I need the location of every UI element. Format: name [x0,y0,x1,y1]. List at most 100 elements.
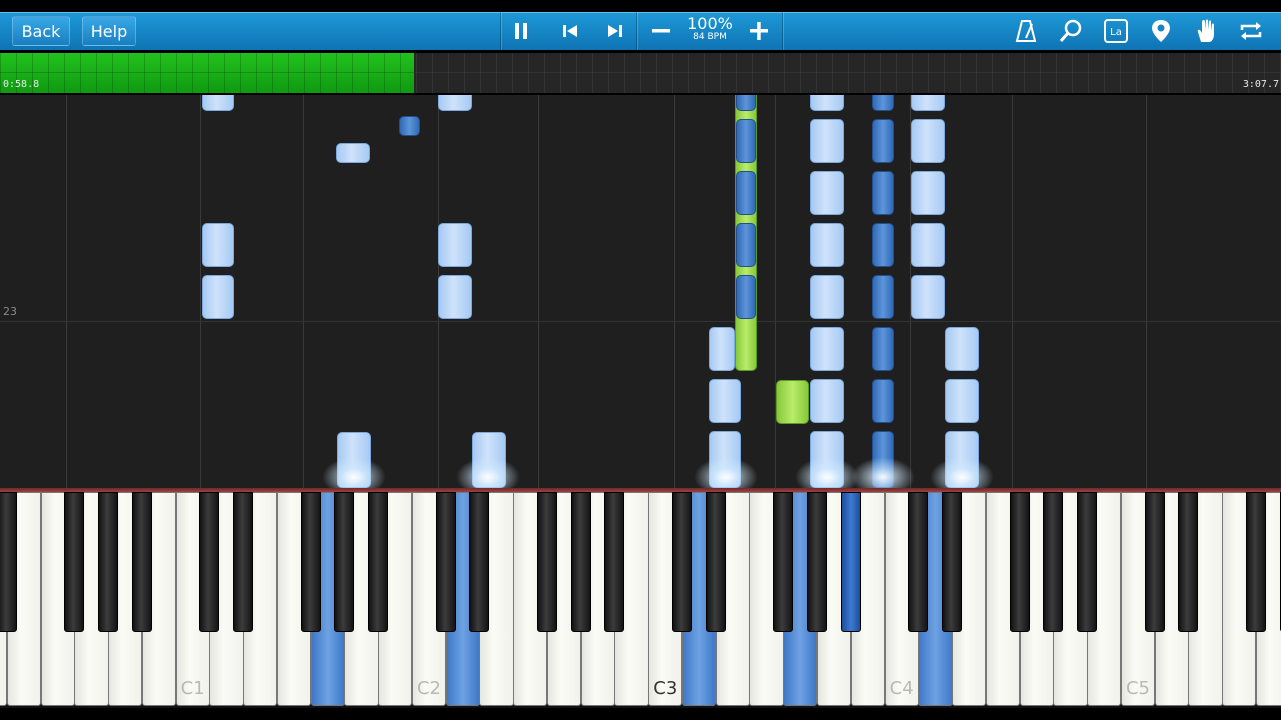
magnifier-icon[interactable] [1058,18,1084,44]
minus-icon[interactable] [648,18,674,44]
black-key[interactable] [536,492,557,632]
octave-line [1012,95,1013,488]
octave-line [538,95,539,488]
key-hit-glow [456,457,520,488]
location-pin-icon[interactable] [1148,18,1174,44]
octave-line [775,95,776,488]
falling-note [911,171,945,215]
black-key[interactable] [807,492,827,632]
top-toolbar: Back Help 100% 84 BPM La [0,12,1281,50]
octave-line [303,95,304,488]
black-key[interactable] [1245,492,1266,632]
hand-icon[interactable] [1193,18,1219,44]
black-key[interactable] [233,492,254,632]
back-button[interactable]: Back [12,16,70,46]
tempo-percent: 100% [687,14,733,33]
falling-note [736,95,756,111]
falling-note [911,275,945,319]
falling-note [872,379,894,423]
falling-note [872,275,894,319]
black-key[interactable] [942,492,963,632]
black-key[interactable] [0,492,17,632]
falling-note [872,95,894,111]
octave-label: C1 [180,678,205,699]
falling-note [810,327,844,371]
pause-icon[interactable] [508,18,534,44]
falling-note [872,223,894,267]
falling-note [438,275,472,319]
falling-note [709,379,741,423]
key-hit-glow [795,457,859,488]
toolbar-divider [782,12,783,50]
falling-note [202,95,234,111]
metronome-icon[interactable] [1013,18,1039,44]
falling-note [399,116,420,136]
falling-notes-area: 23 [0,95,1281,488]
falling-note [911,119,945,163]
black-key[interactable] [64,492,85,632]
falling-note [945,379,979,423]
black-key[interactable] [908,492,929,632]
skip-forward-icon[interactable] [602,18,628,44]
falling-note [810,275,844,319]
falling-note [736,119,756,163]
black-key[interactable] [604,492,625,632]
octave-label: C5 [1125,678,1150,699]
black-key[interactable] [1077,492,1098,632]
octave-line [200,95,201,488]
falling-note [945,327,979,371]
falling-note [872,119,894,163]
falling-note [336,143,370,163]
svg-text:La: La [1110,27,1122,38]
progress-fill [0,53,414,93]
falling-note [810,223,844,267]
falling-note [911,95,945,111]
octave-label: C3 [653,678,678,699]
skip-back-icon[interactable] [557,18,583,44]
toolbar-divider [636,12,637,50]
note-label-icon[interactable]: La [1103,18,1129,44]
black-key[interactable] [1144,492,1165,632]
octave-label: C4 [889,678,914,699]
falling-note [736,275,756,319]
song-progress-bar[interactable]: 0:58.8 3:07.7 [0,53,1281,93]
black-key[interactable] [1043,492,1064,632]
key-hit-glow [694,457,758,488]
falling-note [810,95,844,111]
black-key[interactable] [705,492,726,632]
octave-line [674,95,675,488]
black-key[interactable] [469,492,490,632]
black-key[interactable] [1009,492,1030,632]
black-key[interactable] [773,492,794,632]
toolbar-divider [500,12,501,50]
black-key[interactable] [98,492,119,632]
piano-keyboard[interactable]: C1 C2 C3 C4 C5 [0,488,1281,708]
black-key[interactable] [131,492,152,632]
black-key[interactable] [435,492,456,632]
falling-note [438,223,472,267]
measure-number: 23 [3,305,17,318]
falling-note [810,379,844,423]
black-key[interactable] [199,492,220,632]
octave-label: C2 [416,678,442,699]
black-key[interactable] [1178,492,1199,632]
falling-note [872,171,894,215]
octave-line [66,95,67,488]
falling-note [736,171,756,215]
black-key[interactable] [570,492,591,632]
black-key[interactable] [840,492,861,632]
loop-icon[interactable] [1238,18,1264,44]
black-key[interactable] [334,492,355,632]
current-time: 0:58.8 [3,79,40,90]
plus-icon[interactable] [746,18,772,44]
tempo-display: 100% 84 BPM [684,15,736,43]
help-button[interactable]: Help [82,16,136,46]
measure-line [0,321,1281,322]
falling-note [810,171,844,215]
falling-note [911,223,945,267]
black-key[interactable] [300,492,321,632]
black-key[interactable] [671,492,692,632]
falling-note [202,275,234,319]
falling-note [438,95,472,111]
black-key[interactable] [368,492,389,632]
